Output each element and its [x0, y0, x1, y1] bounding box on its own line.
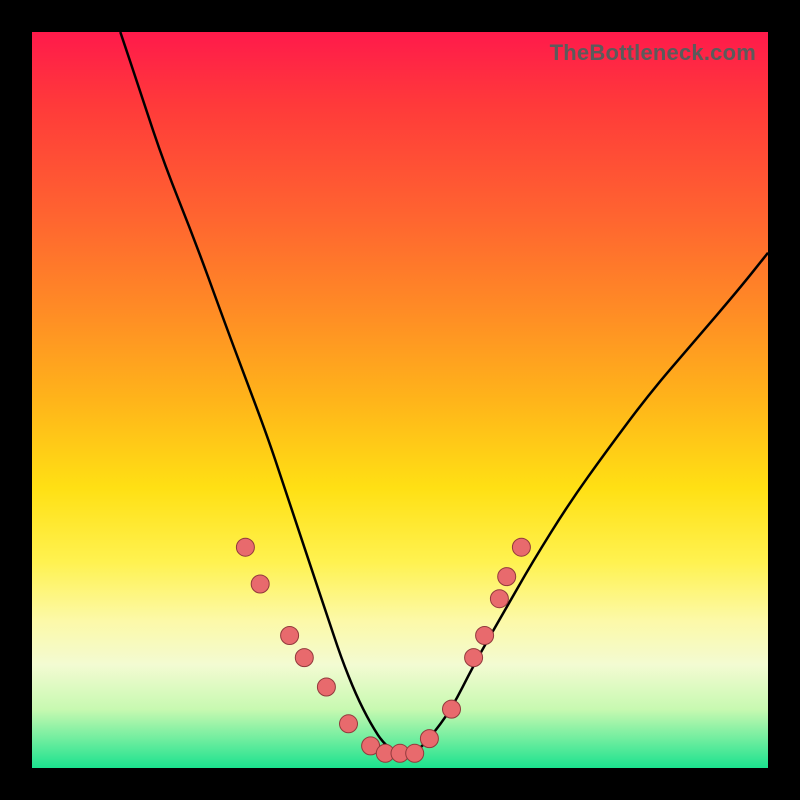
curve-dot: [281, 627, 299, 645]
plot-area: TheBottleneck.com: [32, 32, 768, 768]
curve-dot: [476, 627, 494, 645]
curve-dot: [340, 715, 358, 733]
curve-dot: [317, 678, 335, 696]
curve-dot: [465, 649, 483, 667]
curve-dot: [490, 590, 508, 608]
curve-dot: [406, 744, 424, 762]
curve-dot: [420, 730, 438, 748]
curve-dots: [236, 538, 530, 762]
chart-frame: TheBottleneck.com: [0, 0, 800, 800]
curve-dot: [443, 700, 461, 718]
curve-line: [120, 32, 768, 753]
curve-dot: [295, 649, 313, 667]
curve-dot: [236, 538, 254, 556]
curve-dot: [251, 575, 269, 593]
curve-dot: [498, 568, 516, 586]
curve-dot: [512, 538, 530, 556]
bottleneck-curve: [32, 32, 768, 768]
